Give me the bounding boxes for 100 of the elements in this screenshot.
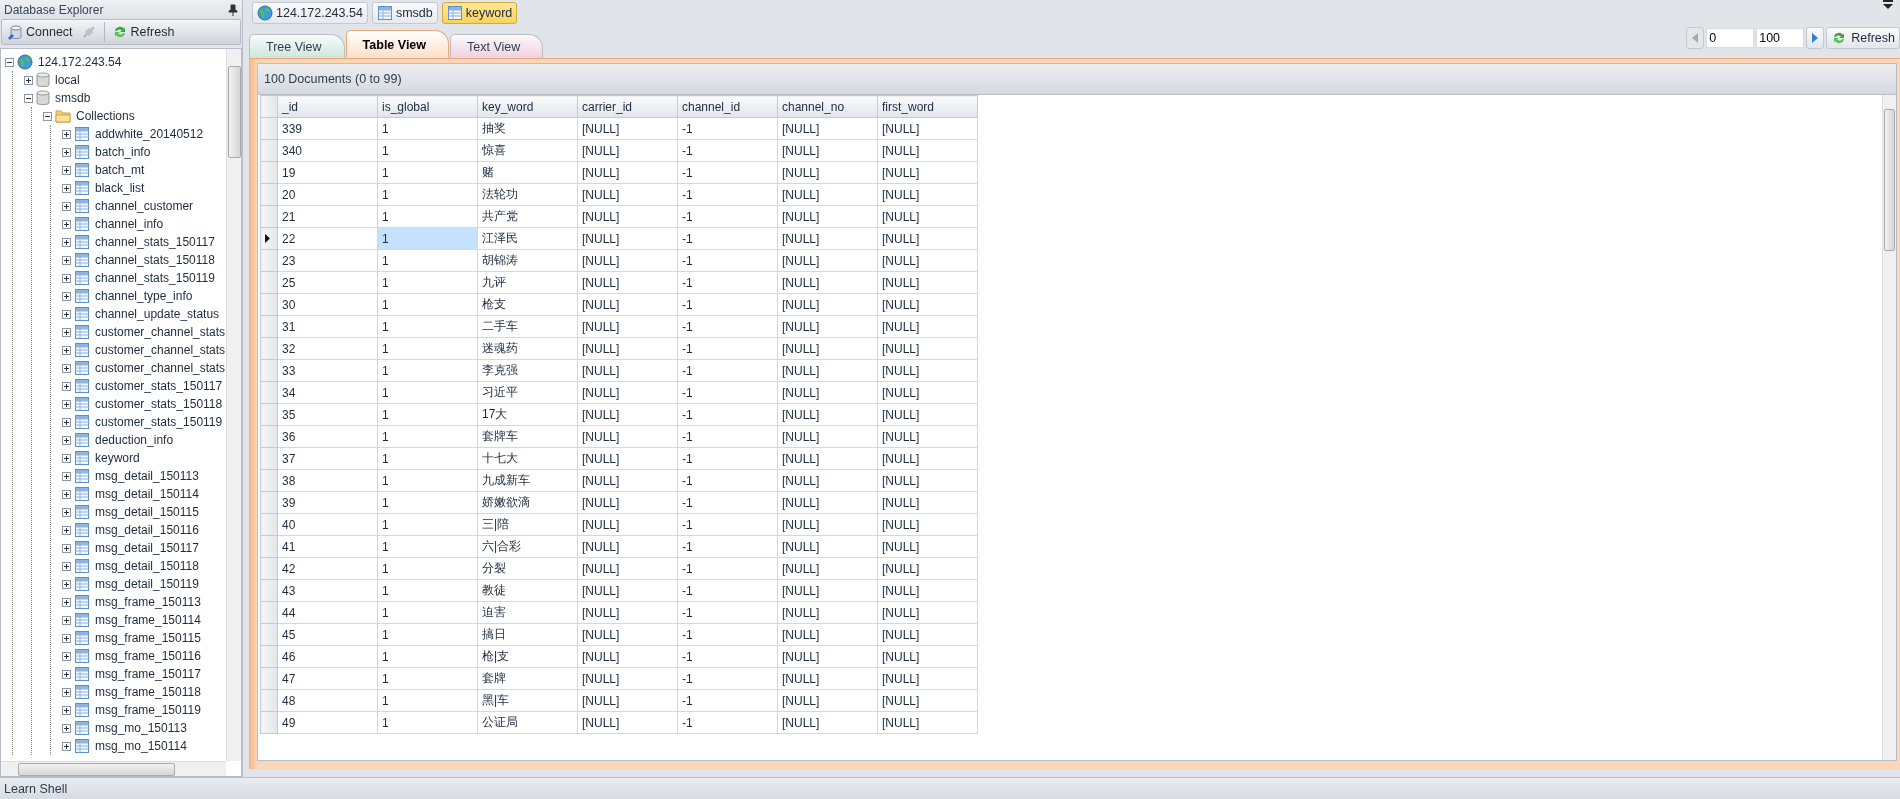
expand-icon[interactable] (62, 489, 71, 499)
expand-icon[interactable] (62, 525, 71, 535)
expand-icon[interactable] (62, 147, 71, 157)
tree-item[interactable]: Collections (73, 109, 135, 123)
expand-icon[interactable] (62, 201, 71, 211)
expand-icon[interactable] (62, 129, 71, 139)
vertical-scrollbar[interactable] (1882, 95, 1896, 760)
tree-item[interactable]: customer_stats_150118 (92, 397, 223, 411)
column-header[interactable]: carrier_id (577, 95, 678, 118)
breadcrumb-button[interactable]: 124.172.243.54 (252, 2, 368, 24)
expand-icon[interactable] (24, 75, 33, 85)
tree-item[interactable]: msg_frame_150116 (92, 649, 201, 663)
tree-item[interactable]: smsdb (52, 91, 91, 105)
horizontal-scrollbar[interactable] (1, 761, 226, 776)
expand-icon[interactable] (62, 615, 71, 625)
tree-item[interactable]: msg_frame_150114 (92, 613, 201, 627)
tree-item[interactable]: channel_stats_150118 (92, 253, 215, 267)
view-tab[interactable]: Text View (450, 34, 544, 58)
refresh-button[interactable]: Refresh (1826, 27, 1900, 49)
tree-item[interactable]: msg_frame_150118 (92, 685, 201, 699)
expand-icon[interactable] (62, 381, 71, 391)
expand-icon[interactable] (62, 435, 71, 445)
expand-icon[interactable] (62, 597, 71, 607)
expand-icon[interactable] (62, 723, 71, 733)
collapse-icon[interactable] (5, 57, 14, 67)
column-header[interactable]: key_word (477, 95, 578, 118)
tree-item[interactable]: msg_mo_150114 (92, 739, 187, 753)
tree-item[interactable]: msg_detail_150119 (92, 577, 199, 591)
tree-item[interactable]: msg_detail_150114 (92, 487, 199, 501)
refresh-button[interactable]: Refresh (108, 22, 178, 42)
expand-icon[interactable] (62, 273, 71, 283)
tree-item[interactable]: customer_channel_stats (92, 325, 226, 339)
expand-icon[interactable] (62, 651, 71, 661)
tree-item[interactable]: msg_detail_150115 (92, 505, 199, 519)
expand-icon[interactable] (62, 327, 71, 337)
expand-icon[interactable] (62, 363, 71, 373)
column-header[interactable]: channel_id (677, 95, 778, 118)
tree-item[interactable]: msg_detail_150117 (92, 541, 199, 555)
tree-item[interactable]: channel_update_status (92, 307, 220, 321)
expand-icon[interactable] (62, 579, 71, 589)
expand-icon[interactable] (62, 165, 71, 175)
column-header[interactable]: first_word (877, 95, 978, 118)
tree-item[interactable]: customer_stats_150119 (92, 415, 223, 429)
column-header[interactable]: channel_no (777, 95, 878, 118)
expand-icon[interactable] (62, 471, 71, 481)
tree-item[interactable]: msg_frame_150119 (92, 703, 201, 717)
tree-item[interactable]: batch_mt (92, 163, 145, 177)
expand-icon[interactable] (62, 219, 71, 229)
expand-icon[interactable] (62, 255, 71, 265)
expand-icon[interactable] (62, 345, 71, 355)
limit-field[interactable]: 100 (1756, 28, 1805, 48)
tree-item[interactable]: channel_customer (92, 199, 194, 213)
tree-item[interactable]: msg_detail_150118 (92, 559, 199, 573)
tree-item[interactable]: customer_stats_150117 (92, 379, 223, 393)
skip-field[interactable]: 0 (1706, 28, 1755, 48)
tree-item[interactable]: msg_detail_150116 (92, 523, 199, 537)
tree-item[interactable]: 124.172.243.54 (35, 55, 122, 69)
expand-icon[interactable] (62, 633, 71, 643)
tree-item[interactable]: msg_detail_150113 (92, 469, 199, 483)
column-header[interactable]: is_global (377, 95, 478, 118)
dropdown-icon[interactable] (1882, 0, 1894, 10)
expand-icon[interactable] (62, 183, 71, 193)
collapse-icon[interactable] (24, 93, 33, 103)
tree-item[interactable]: local (52, 73, 80, 87)
breadcrumb-button[interactable]: keyword (441, 2, 518, 24)
tree-item[interactable]: msg_frame_150117 (92, 667, 201, 681)
expand-icon[interactable] (62, 741, 71, 751)
tree-item[interactable]: batch_info (92, 145, 151, 159)
tree-item[interactable]: black_list (92, 181, 145, 195)
tree-item[interactable]: customer_channel_stats (92, 361, 226, 375)
expand-icon[interactable] (62, 705, 71, 715)
expand-icon[interactable] (62, 669, 71, 679)
tree-item[interactable]: deduction_info (92, 433, 174, 447)
expand-icon[interactable] (62, 399, 71, 409)
view-tab[interactable]: Table View (345, 30, 450, 58)
vertical-scrollbar[interactable] (226, 49, 241, 761)
connect-button[interactable]: Connect (4, 22, 76, 42)
next-button[interactable] (1806, 27, 1825, 49)
tree-item[interactable]: channel_info (92, 217, 164, 231)
expand-icon[interactable] (62, 687, 71, 697)
breadcrumb-button[interactable]: smsdb (371, 2, 438, 24)
tree-item[interactable]: addwhite_20140512 (92, 127, 204, 141)
tree-item[interactable]: msg_mo_150113 (92, 721, 187, 735)
tree-item[interactable]: channel_type_info (92, 289, 193, 303)
expand-icon[interactable] (62, 543, 71, 553)
tree-item[interactable]: customer_channel_stats (92, 343, 226, 357)
tree-item[interactable]: msg_frame_150115 (92, 631, 201, 645)
pin-icon[interactable] (228, 3, 238, 16)
row-header[interactable] (260, 227, 278, 250)
view-tab[interactable]: Tree View (249, 34, 345, 58)
tree-item[interactable]: msg_frame_150113 (92, 595, 201, 609)
tree-item[interactable]: keyword (92, 451, 140, 465)
expand-icon[interactable] (62, 417, 71, 427)
column-header[interactable]: _id (277, 95, 378, 118)
collapse-icon[interactable] (43, 111, 52, 121)
expand-icon[interactable] (62, 237, 71, 247)
tree-item[interactable]: channel_stats_150117 (92, 235, 215, 249)
expand-icon[interactable] (62, 309, 71, 319)
expand-icon[interactable] (62, 507, 71, 517)
expand-icon[interactable] (62, 453, 71, 463)
